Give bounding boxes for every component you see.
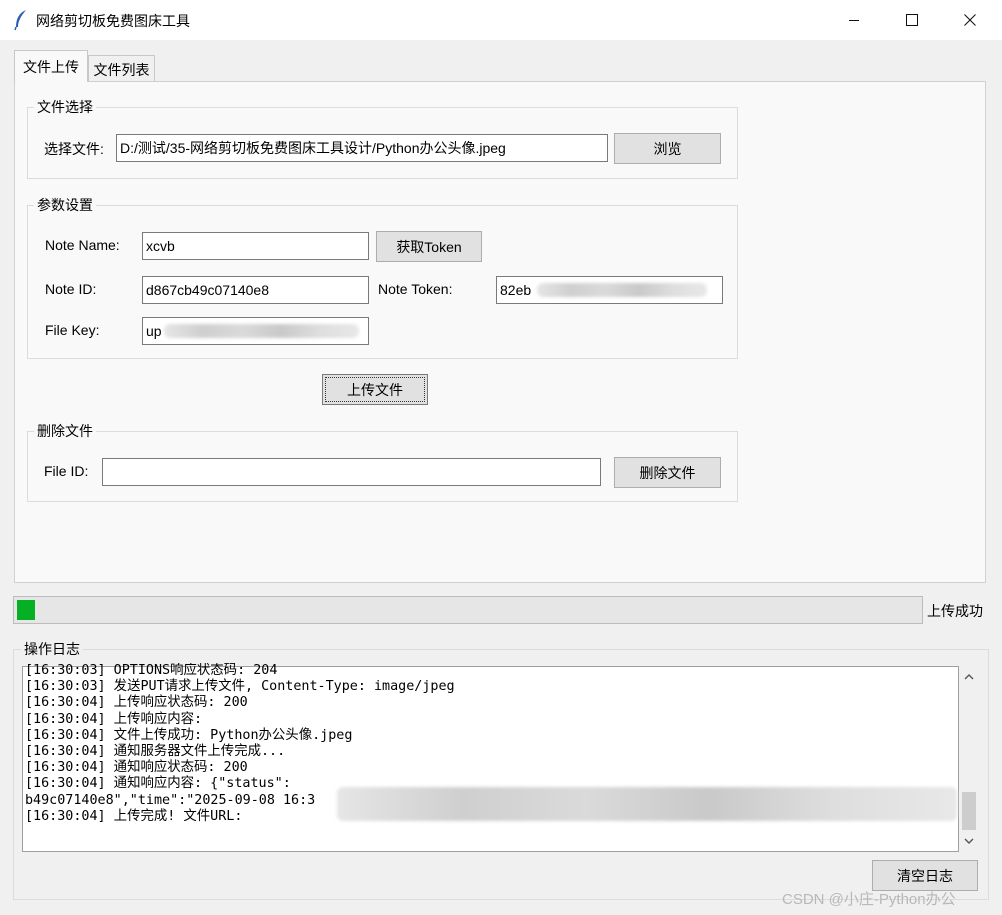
- note-token-input[interactable]: 82eb: [496, 276, 723, 304]
- log-textbox[interactable]: [16:30:03] OPTIONS响应状态码: 204 [16:30:03] 发…: [22, 663, 959, 852]
- file-key-label: File Key:: [45, 322, 100, 338]
- log-line: [16:30:03] 发送PUT请求上传文件, Content-Type: im…: [25, 679, 455, 695]
- params-group-title: 参数设置: [34, 195, 96, 215]
- log-line: [16:30:04] 通知响应状态码: 200: [25, 760, 248, 776]
- maximize-icon: [906, 14, 918, 26]
- log-scrollbar[interactable]: [959, 666, 979, 852]
- redacted-blur: [163, 324, 359, 338]
- file-key-value: up: [146, 323, 162, 339]
- log-line: [16:30:04] 上传响应状态码: 200: [25, 695, 248, 711]
- minimize-icon: [849, 20, 859, 21]
- note-name-label: Note Name:: [45, 237, 120, 253]
- note-id-label: Note ID:: [45, 281, 97, 297]
- close-button[interactable]: [941, 0, 999, 40]
- chevron-down-icon[interactable]: [964, 837, 974, 845]
- close-icon: [964, 14, 976, 26]
- get-token-button[interactable]: 获取Token: [376, 231, 482, 262]
- upload-file-button[interactable]: 上传文件: [322, 374, 428, 405]
- clear-log-button[interactable]: 清空日志: [872, 860, 978, 891]
- minimize-button[interactable]: [825, 0, 883, 40]
- log-line: [16:30:03] OPTIONS响应状态码: 204: [25, 663, 278, 678]
- log-group-title: 操作日志: [21, 639, 83, 659]
- note-id-input[interactable]: d867cb49c07140e8: [142, 276, 369, 304]
- redacted-blur: [537, 283, 708, 297]
- tab-file-upload[interactable]: 文件上传: [14, 50, 88, 82]
- select-file-label: 选择文件:: [44, 141, 104, 157]
- log-line: [16:30:04] 上传响应内容:: [25, 711, 203, 727]
- file-id-label: File ID:: [44, 463, 89, 479]
- file-key-input[interactable]: up: [142, 317, 369, 345]
- window-title: 网络剪切板免费图床工具: [36, 13, 190, 29]
- log-text: [16:30:03] OPTIONS响应状态码: 204 [16:30:03] 发…: [25, 663, 955, 851]
- file-path-input[interactable]: D:/测试/35-网络剪切板免费图床工具设计/Python办公头像.jpeg: [116, 134, 608, 162]
- file-select-group-title: 文件选择: [34, 97, 96, 117]
- progress-status: 上传成功: [927, 603, 983, 619]
- log-line: [16:30:04] 文件上传成功: Python办公头像.jpeg: [25, 727, 353, 743]
- scrollbar-thumb[interactable]: [962, 792, 976, 830]
- note-token-value: 82eb: [500, 282, 532, 298]
- log-line: [16:30:04] 通知服务器文件上传完成...: [25, 743, 286, 759]
- file-id-input[interactable]: [102, 458, 601, 486]
- note-token-label: Note Token:: [378, 281, 453, 297]
- delete-file-button[interactable]: 删除文件: [614, 457, 721, 488]
- redacted-blur: [337, 787, 957, 821]
- chevron-up-icon[interactable]: [964, 673, 974, 681]
- delete-group-title: 删除文件: [34, 421, 96, 441]
- progress-bar: [13, 596, 923, 624]
- note-name-input[interactable]: xcvb: [142, 232, 369, 260]
- progress-fill: [17, 600, 35, 620]
- watermark: CSDN @小庄-Python办公: [782, 891, 956, 908]
- browse-button[interactable]: 浏览: [614, 133, 721, 164]
- title-bar: 网络剪切板免费图床工具: [0, 0, 1002, 40]
- feather-icon: [13, 9, 29, 31]
- maximize-button[interactable]: [883, 0, 941, 40]
- tab-file-list[interactable]: 文件列表: [88, 55, 155, 83]
